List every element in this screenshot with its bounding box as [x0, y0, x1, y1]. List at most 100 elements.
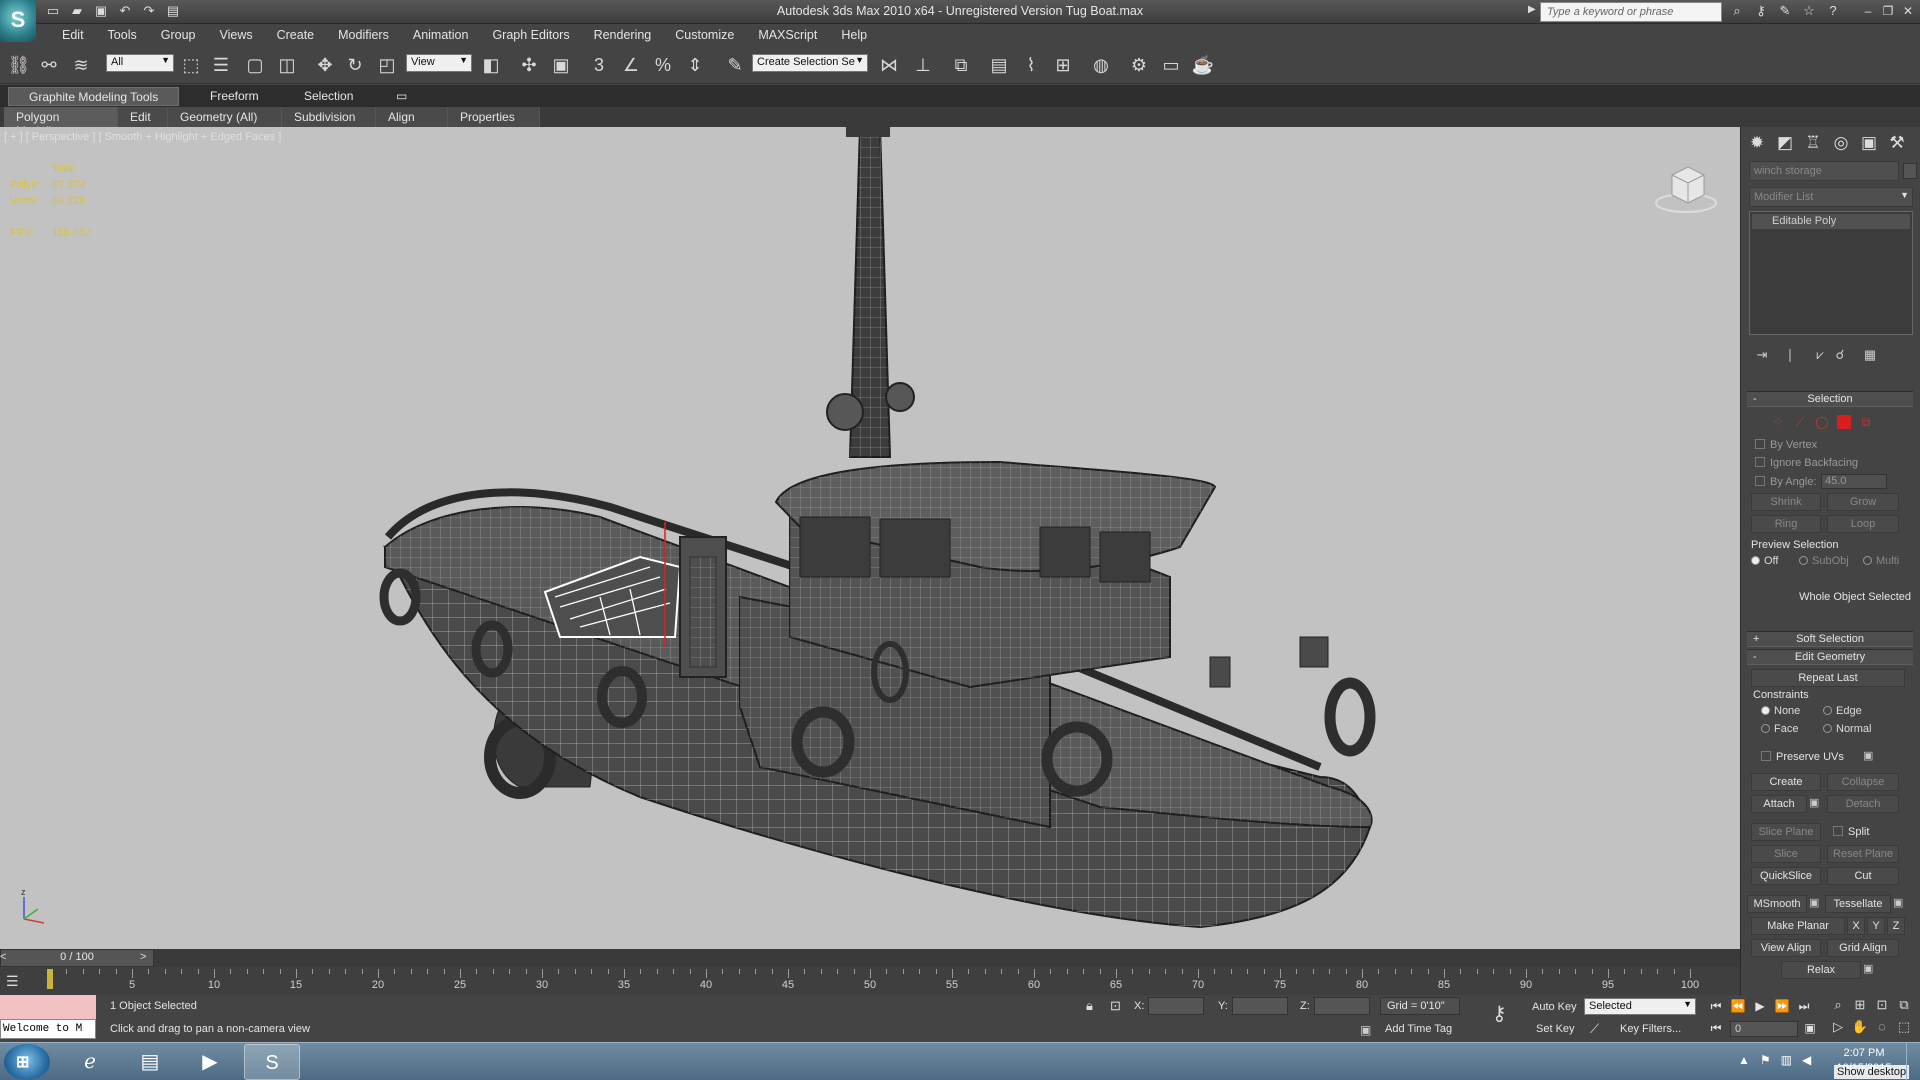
search-expand-icon[interactable]: ▶ [1528, 4, 1536, 15]
detach-button[interactable]: Detach [1827, 795, 1899, 813]
create-tab-icon[interactable]: ✹ [1745, 131, 1769, 155]
pin-stack-icon[interactable]: ⇥ [1753, 347, 1771, 365]
add-time-tag-button[interactable]: Add Time Tag [1385, 1023, 1452, 1035]
ribbon-minimize-icon[interactable]: ▭ [380, 87, 423, 106]
key-mode-dropdown[interactable]: Selected ▼ [1584, 998, 1696, 1015]
reference-coordinate-dropdown[interactable]: View ▼ [406, 54, 472, 72]
key-mode-toggle-icon[interactable]: ⏮ [1706, 1019, 1726, 1037]
maximize-viewport-icon[interactable]: ⬚ [1894, 1019, 1914, 1037]
tab-freeform[interactable]: Freeform [190, 87, 279, 106]
menu-help[interactable]: Help [829, 28, 879, 42]
menu-customize[interactable]: Customize [663, 28, 746, 42]
scale-icon[interactable]: ◰ [374, 52, 400, 78]
key-filters-button[interactable]: Key Filters... [1620, 1023, 1681, 1035]
angle-snap-icon[interactable]: ∠ [618, 52, 644, 78]
next-key-icon[interactable]: ⏩ [1772, 997, 1792, 1015]
preview-subobj-radio[interactable]: SubObj [1799, 555, 1849, 567]
subscription-icon[interactable]: ✎ [1776, 2, 1794, 20]
menu-rendering[interactable]: Rendering [582, 28, 664, 42]
ring-button[interactable]: Ring [1751, 515, 1821, 533]
border-mode-icon[interactable]: ◯ [1815, 415, 1829, 429]
grow-button[interactable]: Grow [1827, 493, 1899, 511]
quickslice-button[interactable]: QuickSlice [1751, 867, 1821, 885]
constraint-edge-radio[interactable]: Edge [1823, 705, 1862, 717]
action-center-icon[interactable]: ⚑ [1760, 1053, 1771, 1067]
go-to-end-icon[interactable]: ⏭ [1794, 997, 1814, 1015]
favorites-star-icon[interactable]: ☆ [1800, 2, 1818, 20]
key-icon[interactable]: ⚷ [1492, 1001, 1507, 1026]
show-end-result-icon[interactable]: ∣ [1781, 347, 1799, 365]
preserve-uvs-settings-icon[interactable]: ▣ [1863, 749, 1873, 762]
graphite-toggle-icon[interactable]: ▤ [986, 52, 1012, 78]
mini-curve-editor-icon[interactable]: ☰ [6, 973, 19, 990]
volume-icon[interactable]: ◀︎ [1802, 1053, 1811, 1067]
maxscript-listener-top[interactable] [0, 995, 96, 1019]
hierarchy-tab-icon[interactable]: ♖ [1801, 131, 1825, 155]
preserve-uvs-checkbox[interactable]: Preserve UVs [1761, 751, 1844, 763]
loop-button[interactable]: Loop [1827, 515, 1899, 533]
named-selection-dropdown[interactable]: Create Selection Se ▼ [752, 54, 868, 72]
zoom-all-icon[interactable]: ⊞ [1850, 997, 1870, 1015]
render-setup-icon[interactable]: ⚙ [1126, 52, 1152, 78]
zoom-extents-icon[interactable]: ⊡ [1872, 997, 1892, 1015]
preview-off-radio[interactable]: Off [1751, 555, 1778, 567]
panel-edit[interactable]: Edit [118, 107, 168, 127]
internet-explorer-icon[interactable]: ℯ [62, 1044, 118, 1080]
start-button[interactable]: ⊞ [4, 1044, 50, 1080]
msmooth-button[interactable]: MSmooth [1747, 895, 1807, 913]
menu-edit[interactable]: Edit [50, 28, 96, 42]
make-planar-x-button[interactable]: X [1847, 917, 1865, 935]
curve-editor-icon[interactable]: ⌇ [1018, 52, 1044, 78]
tug-boat-model[interactable] [0, 127, 1740, 949]
make-planar-z-button[interactable]: Z [1887, 917, 1905, 935]
key-icon[interactable]: ⚷ [1752, 2, 1770, 20]
spinner-snap-icon[interactable]: ⇕ [682, 52, 708, 78]
by-angle-spinner[interactable]: 45.0 [1821, 474, 1887, 489]
unlink-icon[interactable]: ⚯ [36, 52, 62, 78]
snaps-toggle-icon[interactable]: 3 [586, 52, 612, 78]
motion-tab-icon[interactable]: ◎ [1829, 131, 1853, 155]
element-mode-icon[interactable]: ⧉ [1859, 415, 1873, 429]
grid-align-button[interactable]: Grid Align [1827, 939, 1899, 957]
bind-space-warp-icon[interactable]: ≋ [68, 52, 94, 78]
current-time-marker[interactable] [47, 969, 53, 989]
by-angle-checkbox[interactable]: By Angle: [1755, 476, 1816, 488]
network-icon[interactable]: ▥ [1781, 1053, 1792, 1067]
slice-button[interactable]: Slice [1751, 845, 1821, 863]
panel-properties[interactable]: Properties [448, 107, 540, 127]
attach-settings-icon[interactable]: ▣ [1809, 796, 1819, 809]
menu-create[interactable]: Create [265, 28, 327, 42]
slice-plane-button[interactable]: Slice Plane [1751, 823, 1821, 841]
rotate-icon[interactable]: ↻ [342, 52, 368, 78]
x-coord-field[interactable] [1148, 997, 1204, 1015]
preview-multi-radio[interactable]: Multi [1863, 555, 1899, 567]
manipulate-icon[interactable]: ✣ [516, 52, 542, 78]
absolute-mode-icon[interactable]: ⊡ [1110, 998, 1121, 1014]
view-align-button[interactable]: View Align [1751, 939, 1821, 957]
make-planar-y-button[interactable]: Y [1867, 917, 1885, 935]
cut-button[interactable]: Cut [1827, 867, 1899, 885]
modifier-list-dropdown[interactable]: Modifier List ▼ [1749, 187, 1913, 207]
panel-polygon-modeling[interactable]: Polygon Modeling [4, 107, 118, 138]
align-icon[interactable]: ⊥ [910, 52, 936, 78]
utilities-tab-icon[interactable]: ⚒ [1885, 131, 1909, 155]
constraint-normal-radio[interactable]: Normal [1823, 723, 1871, 735]
schematic-view-icon[interactable]: ⊞ [1050, 52, 1076, 78]
perspective-viewport[interactable]: [ + ] [ Perspective ] [ Smooth + Highlig… [0, 127, 1740, 949]
auto-key-button[interactable]: Auto Key [1532, 1001, 1577, 1013]
by-vertex-checkbox[interactable]: By Vertex [1755, 439, 1817, 451]
select-object-icon[interactable]: ⬚ [178, 52, 204, 78]
attach-button[interactable]: Attach [1751, 795, 1807, 813]
default-in-out-tangent-icon[interactable]: ⟋ [1590, 1021, 1599, 1037]
help-icon[interactable]: ? [1824, 2, 1842, 20]
set-key-button[interactable]: Set Key [1536, 1023, 1575, 1035]
relax-button[interactable]: Relax [1781, 961, 1861, 979]
percent-snap-icon[interactable]: % [650, 52, 676, 78]
stack-item-editable-poly[interactable]: Editable Poly [1752, 214, 1910, 229]
repeat-last-button[interactable]: Repeat Last [1751, 669, 1905, 687]
display-tab-icon[interactable]: ▣ [1857, 131, 1881, 155]
configure-modifier-sets-icon[interactable]: ▦ [1861, 347, 1879, 365]
3ds-max-taskbar-icon[interactable]: S [244, 1044, 300, 1080]
previous-key-icon[interactable]: ⏪ [1728, 997, 1748, 1015]
time-tag-icon[interactable]: ▣ [1360, 1023, 1371, 1037]
